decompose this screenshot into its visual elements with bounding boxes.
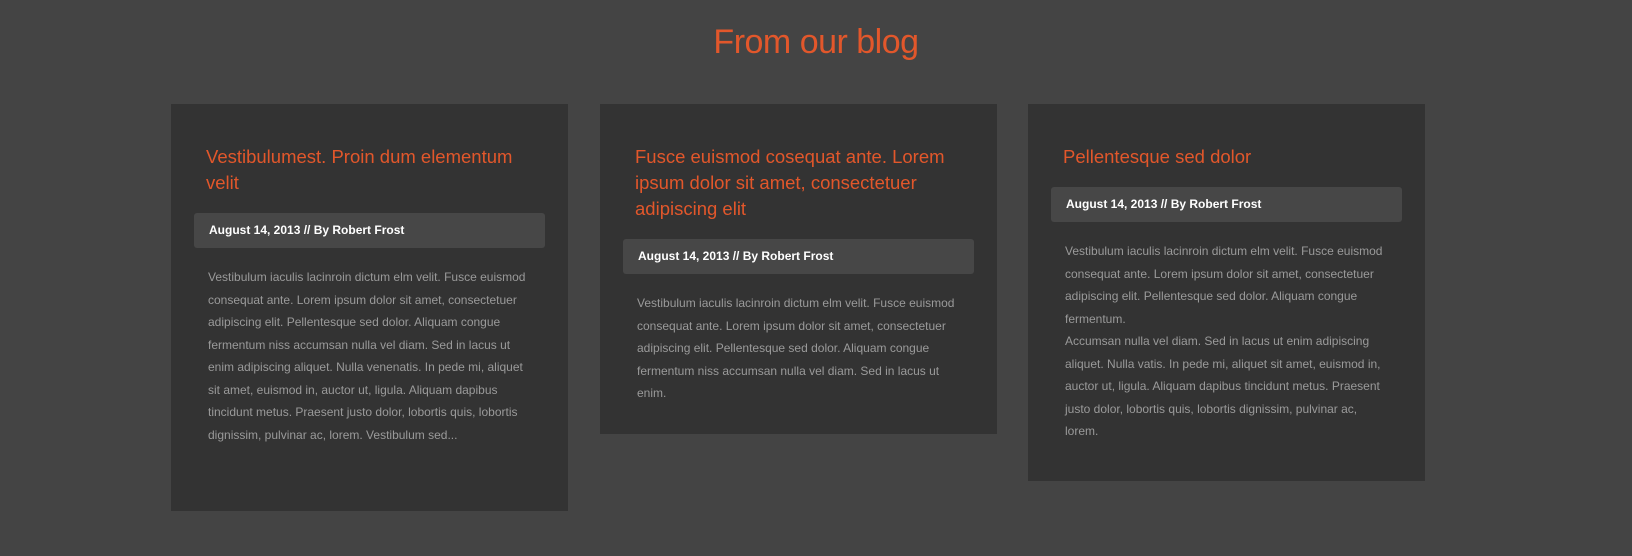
blog-post-card: Fusce euismod cosequat ante. Lorem ipsum… (600, 104, 997, 434)
post-excerpt-continued: Accumsan nulla vel diam. Sed in lacus ut… (1065, 334, 1381, 438)
blog-post-card: Pellentesque sed dolor August 14, 2013 /… (1028, 104, 1425, 481)
section-title: From our blog (713, 23, 919, 61)
post-excerpt: Vestibulum iaculis lacinroin dictum elm … (1065, 244, 1383, 326)
post-meta: August 14, 2013 // By Robert Frost (194, 213, 545, 248)
blog-post-card: Vestibulumest. Proin dum elementum velit… (171, 104, 568, 511)
post-title-link[interactable]: Pellentesque sed dolor (1051, 144, 1402, 170)
post-title-link[interactable]: Vestibulumest. Proin dum elementum velit (194, 144, 545, 196)
post-title-link[interactable]: Fusce euismod cosequat ante. Lorem ipsum… (623, 144, 974, 222)
post-meta: August 14, 2013 // By Robert Frost (1051, 187, 1402, 222)
post-excerpt: Vestibulum iaculis lacinroin dictum elm … (208, 270, 526, 442)
post-meta: August 14, 2013 // By Robert Frost (623, 239, 974, 274)
post-excerpt: Vestibulum iaculis lacinroin dictum elm … (637, 296, 955, 400)
